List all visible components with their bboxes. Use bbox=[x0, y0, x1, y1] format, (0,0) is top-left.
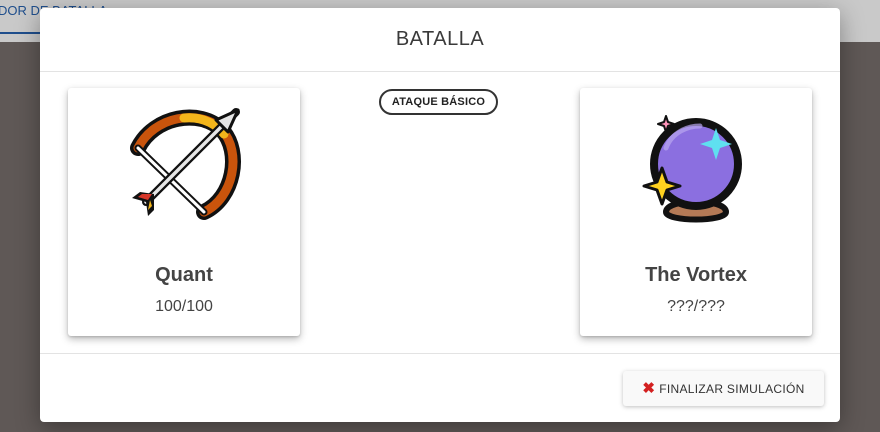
player-hp: 100/100 bbox=[155, 298, 213, 315]
enemy-name: The Vortex bbox=[645, 264, 747, 286]
enemy-hp: ???/??? bbox=[667, 298, 725, 315]
enemy-card: The Vortex ???/??? bbox=[580, 88, 812, 336]
bow-and-arrow-icon bbox=[130, 108, 241, 220]
finish-simulation-button[interactable]: ✖ FINALIZAR SIMULACIÓN bbox=[623, 371, 824, 406]
player-card: Quant 100/100 bbox=[68, 88, 300, 336]
player-name: Quant bbox=[155, 264, 213, 286]
crystal-ball-icon bbox=[642, 115, 742, 223]
modal-header: BATALLA bbox=[40, 8, 840, 72]
modal-body: Quant 100/100 ATAQUE BÁSICO The Vortex ?… bbox=[40, 72, 840, 353]
battle-modal: BATALLA Quant 100/100 ATAQUE BÁSICO The … bbox=[40, 8, 840, 422]
finish-simulation-label: FINALIZAR SIMULACIÓN bbox=[659, 381, 805, 396]
basic-attack-chip[interactable]: ATAQUE BÁSICO bbox=[379, 89, 498, 115]
close-icon: ✖ bbox=[642, 380, 656, 397]
modal-title: BATALLA bbox=[395, 28, 485, 50]
modal-footer: ✖ FINALIZAR SIMULACIÓN bbox=[40, 353, 840, 422]
